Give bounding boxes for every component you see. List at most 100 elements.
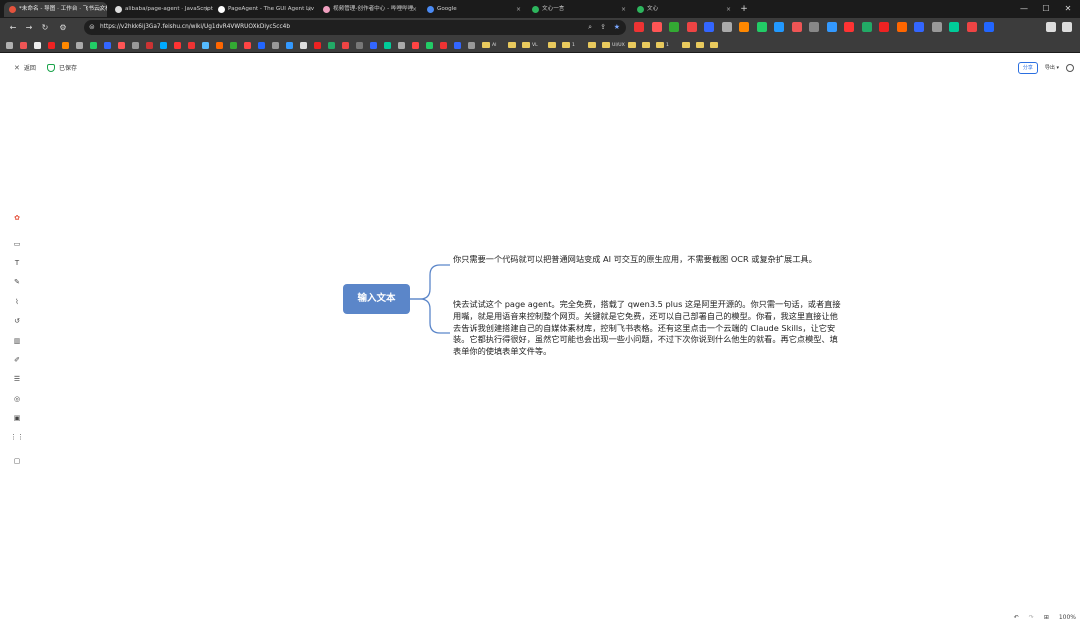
tab-close-icon[interactable]: × <box>726 2 731 17</box>
bookmark-item[interactable] <box>258 41 265 49</box>
extension-icon[interactable] <box>756 22 767 32</box>
rect-icon[interactable]: ▭ <box>10 239 24 249</box>
bookmark-folder[interactable] <box>628 41 638 49</box>
extension-icon[interactable] <box>879 22 889 32</box>
bookmark-item[interactable] <box>370 41 377 49</box>
bookmark-item[interactable] <box>48 41 55 49</box>
bookmark-item[interactable] <box>174 41 181 49</box>
text-icon[interactable]: T <box>10 258 24 268</box>
extension-icon[interactable] <box>704 22 714 32</box>
extension-icon[interactable] <box>896 22 907 32</box>
bookmark-item[interactable] <box>188 41 195 49</box>
bookmark-item[interactable] <box>300 41 307 49</box>
extension-icon[interactable] <box>984 22 994 32</box>
bookmark-folder[interactable]: AI <box>482 41 497 49</box>
bookmark-item[interactable] <box>90 41 97 49</box>
tab-close-icon[interactable]: × <box>412 2 417 17</box>
bookmark-folder[interactable] <box>588 41 598 49</box>
bookmark-item[interactable] <box>216 41 223 49</box>
bookmark-item[interactable] <box>244 41 251 49</box>
pen-icon[interactable]: ✎ <box>10 277 24 287</box>
extension-icon[interactable] <box>844 22 854 32</box>
grid-icon[interactable]: ⋮⋮ <box>10 432 24 442</box>
bookmark-folder[interactable]: VL <box>522 41 538 49</box>
bookmark-item[interactable] <box>146 41 153 49</box>
extension-icon[interactable] <box>914 22 924 32</box>
site-info-icon[interactable]: ⊜ <box>89 23 97 32</box>
tab-close-icon[interactable]: × <box>516 2 521 17</box>
bookmark-item[interactable] <box>76 41 83 49</box>
bookmark-item[interactable] <box>468 41 475 49</box>
bookmark-folder[interactable] <box>710 41 720 49</box>
fit-view-icon[interactable]: ⊞ <box>1044 614 1049 621</box>
extension-icon[interactable] <box>686 22 697 32</box>
tab-close-icon[interactable]: × <box>307 2 312 17</box>
redo-button[interactable]: ↷ <box>1029 614 1034 621</box>
profile-icon[interactable] <box>1062 22 1072 32</box>
zoom-level[interactable]: 100% <box>1059 614 1076 621</box>
bookmark-item[interactable] <box>132 41 139 49</box>
bookmark-folder[interactable]: 1 <box>656 41 669 49</box>
extension-icon[interactable] <box>651 22 662 32</box>
bookmark-folder[interactable] <box>642 41 652 49</box>
bookmark-folder[interactable]: 1 <box>562 41 575 49</box>
bookmark-item[interactable] <box>6 41 13 49</box>
bookmark-folder[interactable] <box>548 41 558 49</box>
mindmap-canvas[interactable]: 输入文本 你只需要一个代码就可以把普通网站变成 AI 可交互的原生应用，不需要截… <box>0 53 1080 627</box>
browser-tab[interactable]: 视频管理-创作者中心 - 哔哩哔哩 × <box>318 2 421 17</box>
eye-icon[interactable]: ◎ <box>10 394 24 404</box>
bookmark-item[interactable] <box>426 41 433 49</box>
bookmark-item[interactable] <box>272 41 279 49</box>
bookmark-item[interactable] <box>34 41 41 49</box>
bookmark-item[interactable] <box>356 41 363 49</box>
bookmark-folder[interactable] <box>682 41 692 49</box>
extension-icon[interactable] <box>721 22 732 32</box>
bookmark-item[interactable] <box>118 41 125 49</box>
maximize-icon[interactable]: ☐ <box>1035 2 1057 16</box>
undo-icon[interactable]: ↺ <box>10 316 24 326</box>
puzzle-icon[interactable] <box>1046 22 1056 32</box>
bookmark-item[interactable] <box>412 41 419 49</box>
mark-icon[interactable]: ⌇ <box>10 297 24 307</box>
bookmark-item[interactable] <box>286 41 293 49</box>
tab-close-icon[interactable]: × <box>621 2 626 17</box>
bookmark-folder[interactable] <box>508 41 518 49</box>
extension-icon[interactable] <box>966 22 977 32</box>
browser-tab[interactable]: Google × <box>422 2 525 17</box>
bookmark-item[interactable] <box>342 41 349 49</box>
extension-icon[interactable] <box>809 22 819 32</box>
bookmark-item[interactable] <box>202 41 209 49</box>
new-tab-button[interactable]: + <box>738 2 750 16</box>
tab-close-icon[interactable]: × <box>98 2 103 17</box>
bookmark-item[interactable] <box>62 41 69 49</box>
bookmark-folder[interactable] <box>696 41 706 49</box>
minimize-icon[interactable]: — <box>1013 2 1035 16</box>
root-node[interactable]: 输入文本 <box>343 284 410 314</box>
bookmark-item[interactable] <box>454 41 461 49</box>
extension-icon[interactable] <box>791 22 802 32</box>
address-bar[interactable]: ⊜ https://v2hkk6ij3Ga7.feishu.cn/wiki/Ug… <box>84 20 626 35</box>
bookmark-item[interactable] <box>160 41 167 49</box>
extensions-puzzle-icon[interactable]: ⚙ <box>56 20 70 35</box>
child-node-1[interactable]: 你只需要一个代码就可以把普通网站变成 AI 可交互的原生应用，不需要截图 OCR… <box>453 254 841 266</box>
bookmark-star-icon[interactable]: ★ <box>614 20 620 35</box>
browser-tab[interactable]: 文心 × <box>632 2 735 17</box>
bookmark-item[interactable] <box>314 41 321 49</box>
tab-close-icon[interactable]: × <box>204 2 209 17</box>
list-icon[interactable]: ☰ <box>10 374 24 384</box>
image-icon[interactable]: ▣ <box>10 413 24 423</box>
extension-icon[interactable] <box>861 22 872 32</box>
browser-tab[interactable]: 文心一言 × <box>527 2 630 17</box>
bookmark-item[interactable] <box>398 41 405 49</box>
bookmark-item[interactable] <box>104 41 111 49</box>
reload-icon[interactable]: ↻ <box>38 20 52 35</box>
search-icon[interactable]: ⌕ <box>588 20 592 35</box>
bookmark-item[interactable] <box>440 41 447 49</box>
back-icon[interactable]: ← <box>6 20 20 35</box>
bookmark-item[interactable] <box>230 41 237 49</box>
bookmark-item[interactable] <box>328 41 335 49</box>
bookmark-folder[interactable]: UI/UX <box>602 41 625 49</box>
extension-icon[interactable] <box>774 22 784 32</box>
close-window-icon[interactable]: ✕ <box>1057 2 1079 16</box>
more-tools-icon[interactable]: ▢ <box>10 456 24 466</box>
